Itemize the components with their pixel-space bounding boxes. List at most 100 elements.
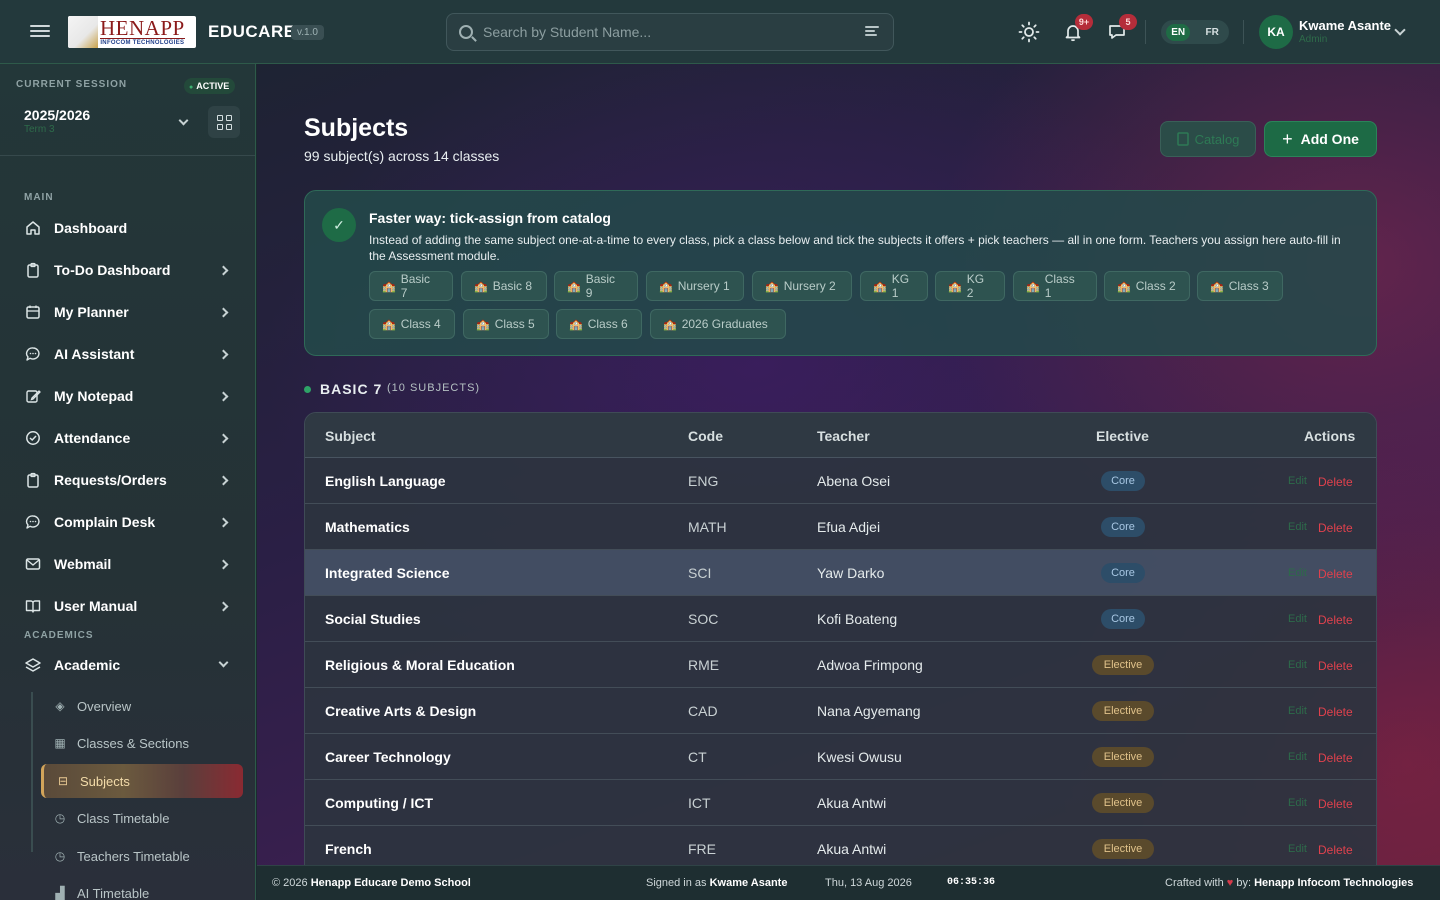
edit-link[interactable]: Edit — [1288, 797, 1307, 809]
class-chip[interactable]: 🏫 Class 6 — [556, 309, 642, 339]
cell-code: MATH — [688, 519, 727, 535]
sidebar-subitem-ai-timetable[interactable]: ▟ AI Timetable — [41, 876, 243, 900]
sidebar-subitem-overview[interactable]: ◈ Overview — [41, 689, 243, 723]
class-chip[interactable]: 🏫 KG 2 — [935, 271, 1005, 301]
edit-link[interactable]: Edit — [1288, 751, 1307, 763]
edit-link[interactable]: Edit — [1288, 567, 1307, 579]
add-subject-button[interactable]: + Add One — [1264, 121, 1377, 157]
delete-link[interactable]: Delete — [1318, 613, 1353, 627]
delete-link[interactable]: Delete — [1318, 475, 1353, 489]
class-chip-label: Nursery 2 — [783, 279, 836, 293]
edit-link[interactable]: Edit — [1288, 521, 1307, 533]
chevron-right-icon — [218, 349, 229, 360]
table-row[interactable]: Career Technology CT Kwesi Owusu Elective Ed… — [305, 734, 1376, 780]
sidebar-item-attendance[interactable]: Attendance — [16, 420, 240, 456]
search-input[interactable] — [483, 14, 863, 50]
class-chip[interactable]: 🏫 Class 2 — [1104, 271, 1190, 301]
table-row[interactable]: Integrated Science SCI Yaw Darko Core Edit De… — [305, 550, 1376, 596]
sidebar-item-label: Requests/Orders — [54, 472, 167, 488]
cell-code: SOC — [688, 611, 719, 627]
theme-toggle-button[interactable] — [1017, 20, 1041, 44]
sidebar-subitem-subjects[interactable]: ⊟ Subjects — [41, 764, 243, 798]
catalog-button[interactable]: Catalog — [1160, 121, 1256, 157]
filter-icon[interactable] — [865, 26, 879, 38]
sidebar-item-ai-assistant[interactable]: AI Assistant — [16, 336, 240, 372]
delete-link[interactable]: Delete — [1318, 659, 1353, 673]
delete-link[interactable]: Delete — [1318, 521, 1353, 535]
delete-link[interactable]: Delete — [1318, 567, 1353, 581]
avatar[interactable]: KA — [1259, 15, 1293, 49]
sidebar-item-user-manual[interactable]: User Manual — [16, 588, 240, 624]
class-chip[interactable]: 🏫 Basic 9 — [554, 271, 638, 301]
class-chip-label: 2026 Graduates — [681, 317, 768, 331]
edit-link[interactable]: Edit — [1288, 475, 1307, 487]
sidebar-item-academic[interactable]: Academic — [16, 647, 240, 683]
class-chip[interactable]: 🏫 Basic 7 — [369, 271, 453, 301]
top-bar: HENAPP INFOCOM TECHNOLOGIES EDUCARE v.1.… — [0, 0, 1440, 64]
class-chip[interactable]: 🏫 2026 Graduates — [650, 309, 786, 339]
lang-en-button[interactable]: EN — [1166, 23, 1191, 41]
sidebar-subitem-label: Classes & Sections — [77, 736, 189, 751]
sidebar-item-my-planner[interactable]: My Planner — [16, 294, 240, 330]
lang-fr-button[interactable]: FR — [1200, 24, 1223, 41]
sidebar-item-requests-orders[interactable]: Requests/Orders — [16, 462, 240, 498]
table-row[interactable]: Religious & Moral Education RME Adwoa Frim… — [305, 642, 1376, 688]
delete-link[interactable]: Delete — [1318, 751, 1353, 765]
sidebar-item-webmail[interactable]: Webmail — [16, 546, 240, 582]
sidebar-subitem-class-timetable[interactable]: ◷ Class Timetable — [41, 801, 243, 835]
edit-link[interactable]: Edit — [1288, 705, 1307, 717]
class-chip[interactable]: 🏫 Class 4 — [369, 309, 455, 339]
logo[interactable]: HENAPP INFOCOM TECHNOLOGIES — [68, 16, 196, 48]
sidebar-item-label: Dashboard — [54, 220, 128, 236]
class-chip[interactable]: 🏫 Class 3 — [1197, 271, 1283, 301]
sidebar-item-complain-desk[interactable]: Complain Desk — [16, 504, 240, 540]
divider — [1243, 20, 1244, 44]
chevron-down-icon[interactable] — [178, 115, 189, 126]
table-row[interactable]: Computing / ICT ICT Akua Antwi Elective Edit… — [305, 780, 1376, 826]
messages-badge: 5 — [1119, 14, 1137, 30]
apps-grid-button[interactable] — [208, 106, 240, 138]
column-header-subject: Subject — [325, 428, 376, 444]
table-row[interactable]: Mathematics MATH Efua Adjei Core Edit Delete — [305, 504, 1376, 550]
notifications-button[interactable]: 9+ — [1061, 14, 1093, 44]
class-chip-label: Basic 8 — [492, 279, 533, 293]
user-name[interactable]: Kwame Asante — [1299, 18, 1391, 33]
sidebar-subitem-classes-sections[interactable]: ▦ Classes & Sections — [41, 726, 243, 760]
sidebar-item-my-notepad[interactable]: My Notepad — [16, 378, 240, 414]
session-year[interactable]: 2025/2026 — [24, 107, 90, 123]
session-panel: CURRENT SESSION ACTIVE 2025/2026 Term 3 — [0, 64, 255, 156]
table-row[interactable]: Social Studies SOC Kofi Boateng Core Edit Del… — [305, 596, 1376, 642]
class-chip[interactable]: 🏫 Nursery 2 — [752, 271, 852, 301]
messages-button[interactable]: 5 — [1105, 14, 1137, 44]
class-chip[interactable]: 🏫 Basic 8 — [461, 271, 547, 301]
type-badge: Core — [1101, 609, 1145, 629]
cell-subject: Religious & Moral Education — [325, 657, 515, 673]
edit-link[interactable]: Edit — [1288, 613, 1307, 625]
school-icon: 🏫 — [382, 280, 396, 293]
main-content: Subjects 99 subject(s) across 14 classes… — [257, 64, 1440, 865]
class-chip[interactable]: 🏫 Nursery 1 — [646, 271, 744, 301]
table-row[interactable]: French FRE Akua Antwi Elective Edit Delete — [305, 826, 1376, 865]
group-dot — [304, 386, 311, 393]
column-header-teacher: Teacher — [817, 428, 870, 444]
app-name: EDUCARE — [208, 22, 296, 41]
sidebar-item-dashboard[interactable]: Dashboard — [16, 210, 240, 246]
delete-link[interactable]: Delete — [1318, 843, 1353, 857]
sidebar-item-to-do-dashboard[interactable]: To-Do Dashboard — [16, 252, 240, 288]
sidebar-subitem-teachers-timetable[interactable]: ◷ Teachers Timetable — [41, 839, 243, 873]
chevron-down-icon[interactable] — [1394, 24, 1406, 36]
edit-link[interactable]: Edit — [1288, 843, 1307, 855]
type-badge: Core — [1101, 471, 1145, 491]
sidebar-item-label: User Manual — [54, 598, 138, 614]
class-chip[interactable]: 🏫 KG 1 — [860, 271, 928, 301]
delete-link[interactable]: Delete — [1318, 797, 1353, 811]
delete-link[interactable]: Delete — [1318, 705, 1353, 719]
table-row[interactable]: Creative Arts & Design CAD Nana Agyemang El… — [305, 688, 1376, 734]
class-chip[interactable]: 🏫 Class 1 — [1013, 271, 1097, 301]
footer-school: Henapp Educare Demo School — [310, 877, 471, 889]
menu-icon[interactable] — [30, 22, 50, 42]
table-row[interactable]: English Language ENG Abena Osei Core Edit Del… — [305, 458, 1376, 504]
edit-link[interactable]: Edit — [1288, 659, 1307, 671]
sidebar-item-label: AI Assistant — [54, 346, 135, 362]
class-chip[interactable]: 🏫 Class 5 — [463, 309, 549, 339]
